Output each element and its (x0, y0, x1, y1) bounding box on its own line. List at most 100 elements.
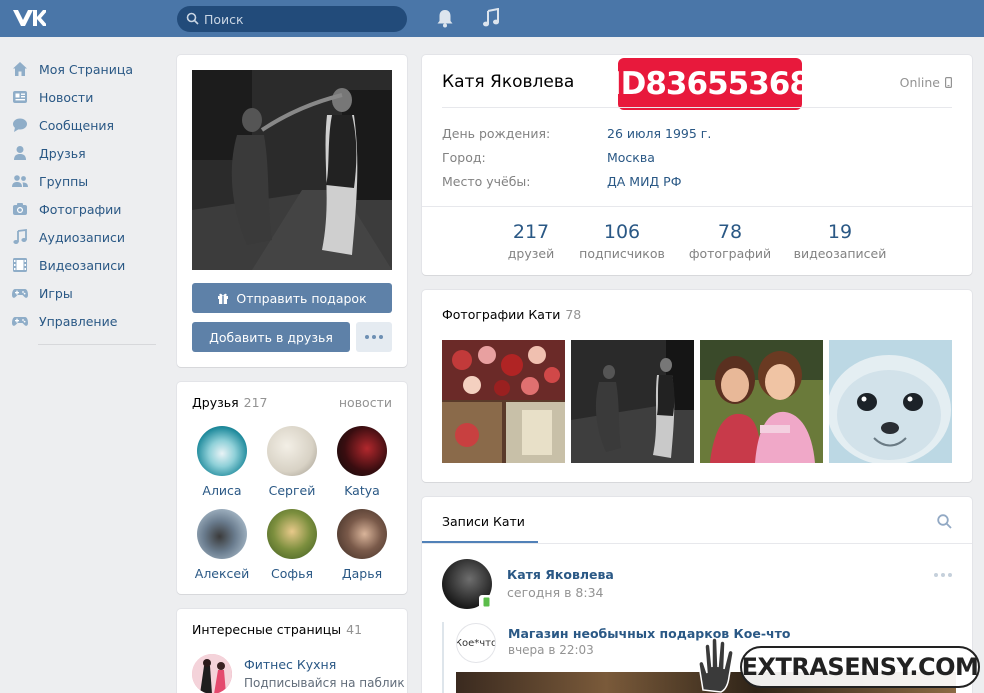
counter-friends[interactable]: 217 друзей (506, 221, 556, 261)
gamepad-icon (12, 285, 28, 301)
menu-item-friends[interactable]: Друзья (0, 139, 160, 167)
profile-photo-image (192, 70, 392, 270)
page-name-link[interactable]: Фитнес Кухня (244, 657, 336, 672)
friend-avatar (267, 426, 317, 476)
friend-name: Софья (271, 566, 313, 581)
counter-label: подписчиков (579, 246, 665, 261)
friend-name: Алиса (202, 483, 242, 498)
post-author-avatar[interactable] (442, 559, 493, 609)
online-status-text: Online (899, 75, 940, 90)
menu-item-label: Друзья (39, 145, 86, 161)
avatar-card: Отправить подарок Добавить в друзья (177, 55, 407, 367)
search-icon (186, 12, 199, 25)
send-gift-button[interactable]: Отправить подарок (192, 283, 392, 313)
search-box[interactable] (177, 6, 407, 32)
repost-avatar[interactable]: Кое*что (456, 623, 496, 663)
tab-wall-posts[interactable]: Записи Кати (442, 514, 525, 529)
post-author-link[interactable]: Катя Яковлева (507, 567, 614, 582)
counter-label: друзей (507, 246, 555, 261)
menu-item-games[interactable]: Игры (0, 279, 160, 307)
vk-logo[interactable] (12, 7, 46, 29)
mobile-icon (479, 595, 493, 609)
music-note-icon (12, 229, 28, 245)
post-more-icon[interactable] (934, 573, 952, 577)
gift-icon (217, 292, 229, 304)
mobile-icon (945, 77, 952, 88)
friend-item[interactable]: Алиса (187, 426, 257, 498)
friend-avatar (197, 426, 247, 476)
send-gift-label: Отправить подарок (236, 290, 367, 306)
search-icon[interactable] (937, 514, 952, 529)
photos-count: 78 (565, 307, 582, 322)
friends-header[interactable]: Друзья 217 (192, 395, 268, 410)
friend-item[interactable]: Алексей (187, 509, 257, 581)
friend-item[interactable]: Дарья (327, 509, 397, 581)
info-value-link[interactable]: ДА МИД РФ (607, 174, 681, 189)
counter-number: 106 (603, 221, 641, 243)
add-friend-button[interactable]: Добавить в друзья (192, 322, 350, 352)
top-header (0, 0, 984, 37)
menu-item-label: Видеозаписи (39, 257, 126, 273)
friend-item[interactable]: Софья (257, 509, 327, 581)
news-icon (12, 89, 28, 105)
friend-item[interactable]: Сергей (257, 426, 327, 498)
watermark: EXTRASENSY.COM (740, 646, 980, 688)
counter-label: видеозаписей (793, 246, 887, 261)
friend-avatar (337, 426, 387, 476)
menu-item-label: Группы (39, 173, 89, 189)
photo-thumbnail[interactable] (571, 340, 694, 463)
info-key: День рождения: (442, 126, 551, 141)
info-value-link[interactable]: 26 июля 1995 г. (607, 126, 711, 141)
counter-number: 19 (827, 221, 853, 243)
profile-photo[interactable] (192, 70, 392, 270)
repost-time[interactable]: вчера в 22:03 (508, 643, 594, 657)
more-dots-icon (365, 335, 383, 339)
friend-item[interactable]: Katya (327, 426, 397, 498)
photo-image (700, 340, 823, 463)
menu-item-audio[interactable]: Аудиозаписи (0, 223, 160, 251)
menu-item-label: Аудиозаписи (39, 229, 125, 245)
counter-number: 78 (717, 221, 743, 243)
photos-header[interactable]: Фотографии Кати 78 (442, 307, 581, 322)
film-icon (12, 257, 28, 273)
counter-photos[interactable]: 78 фотографий (688, 221, 772, 261)
add-friend-label: Добавить в друзья (209, 329, 333, 345)
friend-name: Katya (344, 483, 380, 498)
user-icon (12, 145, 28, 161)
friends-count: 217 (243, 395, 268, 410)
menu-item-groups[interactable]: Группы (0, 167, 160, 195)
menu-item-messages[interactable]: Сообщения (0, 111, 160, 139)
page-avatar[interactable] (192, 654, 232, 693)
divider (442, 107, 952, 108)
menu-item-news[interactable]: Новости (0, 83, 160, 111)
photo-image (829, 340, 952, 463)
menu-item-photos[interactable]: Фотографии (0, 195, 160, 223)
friends-news-link[interactable]: новости (339, 395, 392, 410)
menu-item-video[interactable]: Видеозаписи (0, 251, 160, 279)
pages-header[interactable]: Интересные страницы 41 (192, 622, 362, 637)
post-time[interactable]: сегодня в 8:34 (507, 585, 604, 600)
bell-icon[interactable] (436, 9, 454, 28)
friends-title: Друзья (192, 395, 239, 410)
photo-thumbnail[interactable] (829, 340, 952, 463)
interesting-pages-card: Интересные страницы 41 Фитнес Кухня Подпи… (177, 609, 407, 693)
photos-card: Фотографии Кати 78 (422, 290, 972, 482)
counter-followers[interactable]: 106 подписчиков (578, 221, 666, 261)
camera-icon (12, 201, 28, 217)
menu-item-my-page[interactable]: Моя Страница (0, 55, 160, 83)
photo-thumbnail[interactable] (442, 340, 565, 463)
page-avatar-image (192, 654, 232, 693)
music-note-icon[interactable] (482, 8, 500, 28)
divider (422, 543, 972, 544)
info-key: Место учёбы: (442, 174, 531, 189)
friend-avatar (197, 509, 247, 559)
search-input[interactable] (204, 6, 399, 32)
photo-image (442, 340, 565, 463)
profile-info-card: Катя Яковлева ID83655368 Online День рож… (422, 55, 972, 275)
photo-thumbnail[interactable] (700, 340, 823, 463)
more-actions-button[interactable] (356, 322, 392, 352)
menu-item-manage[interactable]: Управление (0, 307, 160, 335)
left-menu: Моя Страница Новости Сообщения Друзья Гр… (0, 55, 160, 345)
info-value-link[interactable]: Москва (607, 150, 655, 165)
counter-videos[interactable]: 19 видеозаписей (792, 221, 888, 261)
